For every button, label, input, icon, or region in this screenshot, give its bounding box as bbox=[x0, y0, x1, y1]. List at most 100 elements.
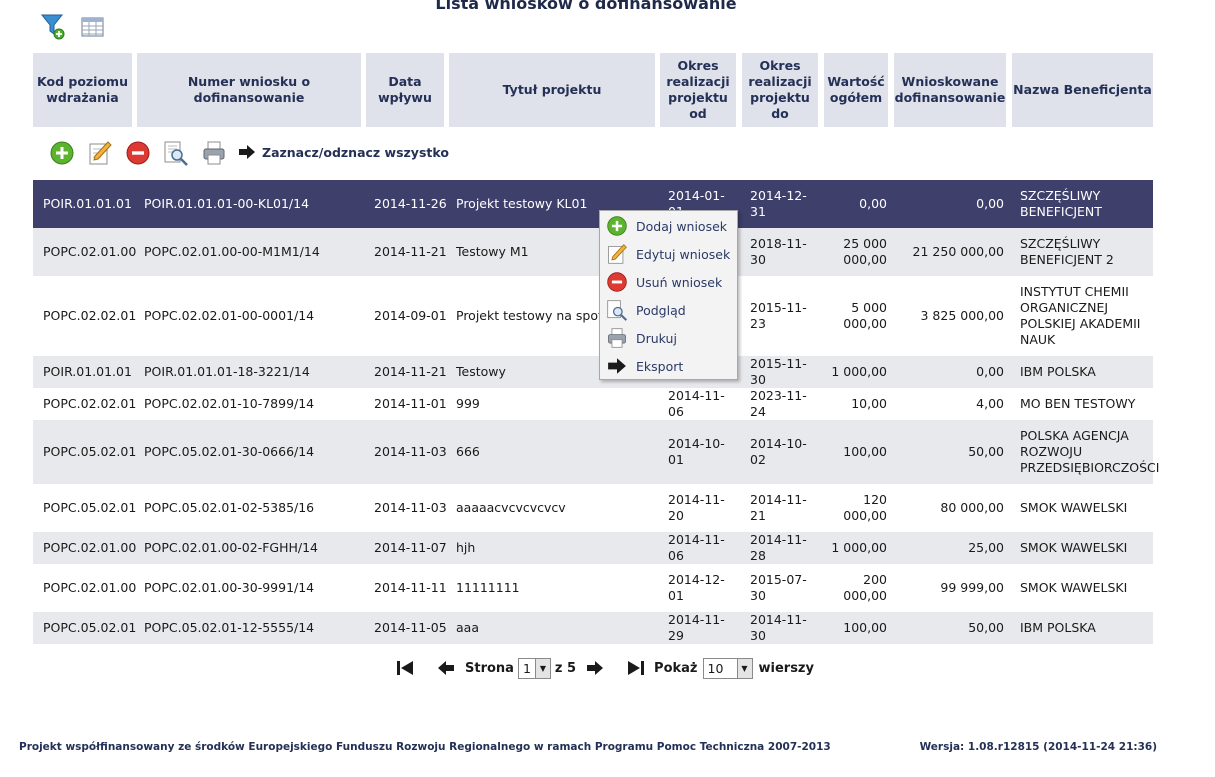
cell-kod: POPC.02.01.00 bbox=[43, 580, 137, 595]
export-arrow-icon bbox=[603, 352, 631, 380]
cell-wartosc: 10,00 bbox=[851, 396, 887, 411]
cell-dofinansowanie: 0,00 bbox=[976, 196, 1004, 211]
rows-suffix-label: wierszy bbox=[758, 660, 814, 676]
rows-per-page-value: 10 bbox=[707, 660, 724, 676]
add-icon bbox=[603, 212, 631, 240]
cell-wartosc: 0,00 bbox=[859, 196, 887, 211]
column-header-beneficjent[interactable]: Nazwa Beneficjenta bbox=[1012, 53, 1153, 127]
edit-icon[interactable] bbox=[87, 140, 113, 166]
print-icon[interactable] bbox=[201, 140, 227, 166]
cell-kod: POIR.01.01.01 bbox=[43, 196, 132, 211]
page-select[interactable]: 1 ▼ bbox=[517, 657, 551, 679]
context-menu-item-delete[interactable]: Usuń wniosek bbox=[600, 268, 737, 296]
cell-od: 2014-11-29 bbox=[668, 612, 725, 643]
table-row[interactable]: POIR.01.01.01 POIR.01.01.01-00-KL01/14 201… bbox=[33, 180, 1153, 228]
table-row[interactable]: POPC.02.01.00 POPC.02.01.00-00-M1M1/14 201… bbox=[33, 228, 1153, 276]
cell-do: 2018-11-30 bbox=[750, 236, 807, 267]
column-header-numer[interactable]: Numer wniosku o dofinansowanie bbox=[137, 53, 361, 127]
context-menu-label: Drukuj bbox=[636, 330, 677, 346]
table-row[interactable]: POPC.02.02.01 POPC.02.02.01-10-7899/14 201… bbox=[33, 388, 1153, 420]
chevron-down-icon: ▼ bbox=[534, 658, 550, 678]
table-header: Kod poziomu wdrażania Numer wniosku o do… bbox=[33, 53, 1155, 127]
cell-do: 2015-07-30 bbox=[750, 572, 807, 603]
context-menu-item-export-arrow[interactable]: Eksport bbox=[600, 352, 737, 380]
cell-data: 2014-11-11 bbox=[374, 580, 447, 595]
cell-dofinansowanie: 99 999,00 bbox=[940, 580, 1004, 595]
last-page-icon[interactable] bbox=[626, 660, 646, 676]
cell-numer: POIR.01.01.01-18-3221/14 bbox=[144, 364, 310, 379]
cell-beneficjent: SZCZĘŚLIWY BENEFICJENT bbox=[1020, 188, 1102, 219]
edit-icon bbox=[603, 240, 631, 268]
applications-table: POIR.01.01.01 POIR.01.01.01-00-KL01/14 201… bbox=[33, 180, 1159, 644]
cell-do: 2015-11-30 bbox=[750, 356, 807, 387]
cell-data: 2014-11-07 bbox=[374, 540, 447, 555]
add-icon[interactable] bbox=[49, 140, 75, 166]
cell-wartosc: 5 000 000,00 bbox=[843, 300, 887, 331]
cell-beneficjent: SMOK WAWELSKI bbox=[1020, 540, 1128, 555]
cell-wartosc: 120 000,00 bbox=[843, 492, 887, 523]
cell-dofinansowanie: 0,00 bbox=[976, 364, 1004, 379]
cell-wartosc: 100,00 bbox=[843, 444, 887, 459]
column-header-tytul[interactable]: Tytuł projektu bbox=[449, 53, 655, 127]
table-row[interactable]: POPC.02.02.01 POPC.02.02.01-00-0001/14 201… bbox=[33, 276, 1153, 356]
select-all-toggle[interactable]: Zaznacz/odznacz wszystko bbox=[238, 144, 449, 160]
cell-kod: POPC.05.02.01 bbox=[43, 500, 137, 515]
cell-do: 2023-11-24 bbox=[750, 388, 807, 419]
cell-od: 2014-12-01 bbox=[668, 572, 725, 603]
cell-kod: POPC.02.02.01 bbox=[43, 308, 137, 323]
column-header-data[interactable]: Data wpływu bbox=[366, 53, 444, 127]
table-row[interactable]: POPC.05.02.01 POPC.05.02.01-12-5555/14 201… bbox=[33, 612, 1153, 644]
table-row[interactable]: POPC.02.01.00 POPC.02.01.00-30-9991/14 201… bbox=[33, 564, 1153, 612]
cell-do: 2014-11-30 bbox=[750, 612, 807, 643]
filter-icon[interactable] bbox=[40, 12, 66, 40]
rows-per-page-select[interactable]: 10 ▼ bbox=[702, 657, 753, 679]
cell-numer: POIR.01.01.01-00-KL01/14 bbox=[144, 196, 310, 211]
table-row[interactable]: POIR.01.01.01 POIR.01.01.01-18-3221/14 201… bbox=[33, 356, 1153, 388]
table-settings-icon[interactable] bbox=[80, 12, 106, 40]
table-row[interactable]: POPC.05.02.01 POPC.05.02.01-30-0666/14 201… bbox=[33, 420, 1159, 484]
next-page-icon[interactable] bbox=[586, 660, 604, 676]
context-menu-item-add[interactable]: Dodaj wniosek bbox=[600, 212, 737, 240]
cell-wartosc: 25 000 000,00 bbox=[843, 236, 887, 267]
context-menu-item-preview[interactable]: Podgląd bbox=[600, 296, 737, 324]
cell-tytul: aaa bbox=[456, 620, 479, 635]
cell-data: 2014-11-05 bbox=[374, 620, 447, 635]
column-header-dofinansowanie[interactable]: Wnioskowane dofinansowanie bbox=[894, 53, 1006, 127]
first-page-icon[interactable] bbox=[395, 660, 415, 676]
cell-data: 2014-11-26 bbox=[374, 196, 447, 211]
table-row[interactable]: POPC.02.01.00 POPC.02.01.00-02-FGHH/14 201… bbox=[33, 532, 1153, 564]
cell-tytul: 999 bbox=[456, 396, 480, 411]
column-header-od[interactable]: Okres realizacji projektu od bbox=[660, 53, 736, 127]
cell-data: 2014-11-03 bbox=[374, 500, 447, 515]
select-all-label: Zaznacz/odznacz wszystko bbox=[262, 144, 449, 160]
page-label: Strona bbox=[465, 660, 514, 676]
column-header-kod[interactable]: Kod poziomu wdrażania bbox=[33, 53, 132, 127]
delete-icon[interactable] bbox=[125, 140, 151, 166]
print-icon bbox=[603, 324, 631, 352]
column-header-do[interactable]: Okres realizacji projektu do bbox=[742, 53, 818, 127]
context-menu-item-print[interactable]: Drukuj bbox=[600, 324, 737, 352]
preview-icon[interactable] bbox=[163, 140, 189, 166]
column-header-wartosc[interactable]: Wartość ogółem bbox=[824, 53, 888, 127]
cell-beneficjent: SMOK WAWELSKI bbox=[1020, 500, 1128, 515]
cell-wartosc: 1 000,00 bbox=[831, 364, 887, 379]
cell-data: 2014-11-21 bbox=[374, 364, 447, 379]
cell-wartosc: 1 000,00 bbox=[831, 540, 887, 555]
page-title: Lista wniosków o dofinansowanie bbox=[435, 0, 737, 13]
cell-od: 2014-11-20 bbox=[668, 492, 725, 523]
previous-page-icon[interactable] bbox=[437, 660, 455, 676]
rows-per-page-label: Pokaż bbox=[654, 660, 698, 676]
cell-od: 2014-11-06 bbox=[668, 532, 725, 563]
cell-do: 2014-11-21 bbox=[750, 492, 807, 523]
cell-data: 2014-11-01 bbox=[374, 396, 447, 411]
chevron-down-icon: ▼ bbox=[736, 658, 752, 678]
preview-icon bbox=[603, 296, 631, 324]
context-menu-label: Eksport bbox=[636, 358, 684, 374]
cell-dofinansowanie: 25,00 bbox=[968, 540, 1004, 555]
pagination: Strona 1 ▼ z 5 Pokaż 10 ▼ wierszy bbox=[395, 656, 814, 680]
context-menu-item-edit[interactable]: Edytuj wniosek bbox=[600, 240, 737, 268]
cell-kod: POPC.05.02.01 bbox=[43, 444, 137, 459]
cell-tytul: 11111111 bbox=[456, 580, 520, 595]
table-row[interactable]: POPC.05.02.01 POPC.05.02.01-02-5385/16 201… bbox=[33, 484, 1153, 532]
cell-dofinansowanie: 21 250 000,00 bbox=[912, 244, 1004, 259]
